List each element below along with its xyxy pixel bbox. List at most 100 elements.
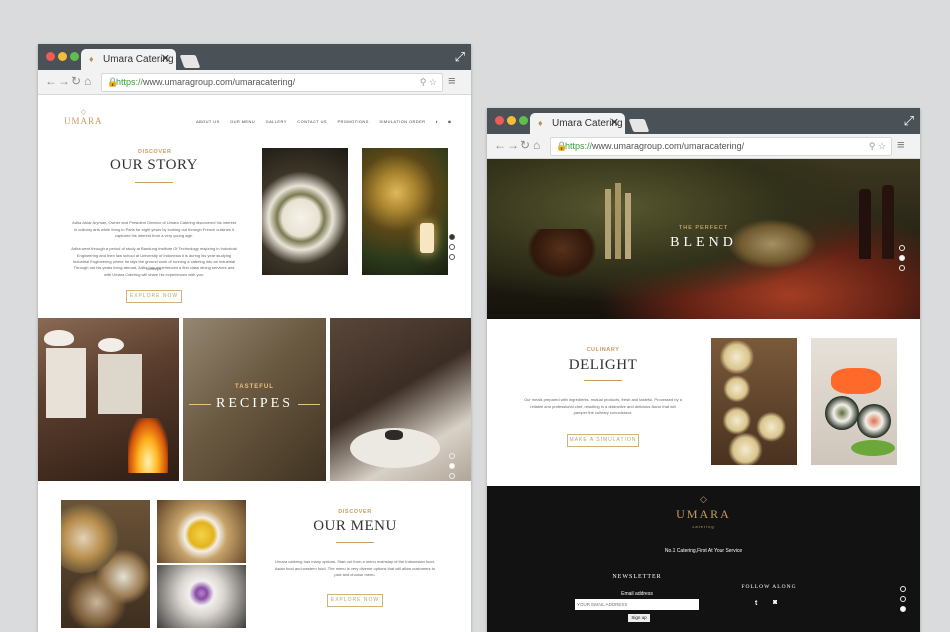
minimize-window-button[interactable] (58, 52, 67, 61)
nav-simulation-order[interactable]: SIMULATION ORDER (379, 119, 425, 124)
site-header: ◇ UMARA ABOUT US OUR MENU GALLERY CONTAC… (38, 95, 471, 140)
photo-yellow-rice (157, 500, 246, 563)
photo-chefs-cooking (38, 318, 179, 481)
logo-text: UMARA (64, 116, 103, 126)
menu-eyebrow: DISCOVER (338, 509, 372, 515)
culinary-paragraph: Our meals prepared with ingredients, mut… (524, 397, 682, 415)
photo-flower-plate (157, 565, 246, 628)
browser-window-left: ♦ Umara Catering ✕ ⤢ ← → ↻ ⌂ 🔒 https://w… (38, 44, 471, 632)
minimize-window-button[interactable] (507, 116, 516, 125)
browser-window-right: ♦ Umara Catering ✕ ⤢ ← → ↻ ⌂ 🔒 https://w… (487, 108, 920, 632)
maximize-window-button[interactable] (70, 52, 79, 61)
story-eyebrow: DISCOVER (138, 149, 172, 155)
browser-toolbar: ← → ↻ ⌂ 🔒 https://www.umaragroup.com/uma… (38, 70, 471, 95)
story-explore-button[interactable]: EXPLORE NOW (126, 290, 182, 303)
instagram-icon[interactable]: ◙ (448, 119, 451, 124)
nav-gallery[interactable]: GALLERY (266, 119, 287, 124)
photo-indonesian-spread (61, 500, 150, 628)
fullscreen-icon[interactable]: ⤢ (455, 49, 465, 65)
new-tab-button[interactable] (179, 55, 201, 68)
nav-promotions[interactable]: PROMOTIONS (337, 119, 368, 124)
browser-menu-icon[interactable]: ≡ (448, 73, 456, 88)
photo-plated-dish (262, 148, 348, 275)
tab-close-icon[interactable]: ✕ (610, 113, 619, 134)
follow-along-title: FOLLOW ALONG (741, 584, 797, 590)
close-window-button[interactable] (46, 52, 55, 61)
story-divider (135, 182, 173, 183)
url-text: www.umaragroup.com/umaracatering/ (592, 141, 745, 151)
forward-icon[interactable]: → (507, 138, 519, 152)
menu-explore-button[interactable]: EXPLORE NOW (327, 594, 383, 607)
browser-toolbar: ← → ↻ ⌂ 🔒 https://www.umaragroup.com/uma… (487, 134, 920, 159)
page-content: ◇ UMARA ABOUT US OUR MENU GALLERY CONTAC… (38, 95, 471, 632)
nav-our-menu[interactable]: OUR MENU (230, 119, 255, 124)
nav-about-us[interactable]: ABOUT US (196, 119, 220, 124)
main-nav: ABOUT US OUR MENU GALLERY CONTACT US PRO… (196, 119, 451, 124)
photo-spring-rolls: TASTEFUL RECIPES (183, 318, 326, 481)
hero-slider-dots[interactable] (899, 245, 905, 275)
url-scheme: https:// (116, 77, 144, 87)
bookmark-star-icon[interactable]: ⚲ ☆ (420, 74, 437, 91)
make-simulation-button[interactable]: MAKE A SIMULATION (567, 434, 639, 447)
menu-divider (336, 542, 374, 543)
reload-icon[interactable]: ↻ (71, 74, 81, 88)
browser-tab[interactable]: ♦ Umara Catering ✕ (530, 113, 625, 134)
story-paragraph-1: Adha Abiar Aryman, Owner and President D… (72, 220, 236, 238)
url-text: www.umaragroup.com/umaracatering/ (143, 77, 296, 87)
close-window-button[interactable] (495, 116, 504, 125)
footer-slider-dots[interactable] (900, 586, 906, 616)
story-title: OUR STORY (110, 157, 198, 173)
menu-paragraph: Umara catering has many options. Start o… (274, 559, 436, 577)
footer-logo-sub: catering (692, 524, 715, 529)
photo-sushi-rolls (811, 338, 897, 465)
forward-icon[interactable]: → (58, 74, 70, 88)
new-tab-button[interactable] (628, 119, 650, 132)
hero-eyebrow: THE PERFECT (678, 225, 729, 231)
umara-favicon-icon: ♦ (538, 118, 543, 128)
url-scheme: https:// (565, 141, 593, 151)
hero-banner: THE PERFECT BLEND (487, 159, 920, 319)
nav-contact-us[interactable]: CONTACT US (297, 119, 327, 124)
story-slider-dots[interactable] (449, 234, 455, 264)
menu-title: OUR MENU (313, 518, 397, 534)
hero-title: BLEND (670, 235, 737, 250)
page-content: THE PERFECT BLEND CULINARY DELIGHT Our m… (487, 159, 920, 632)
newsletter-title: NEWSLETTER (612, 574, 662, 580)
site-logo[interactable]: ◇ UMARA (64, 109, 103, 126)
reload-icon[interactable]: ↻ (520, 138, 530, 152)
twitter-icon[interactable]: t (436, 119, 438, 124)
address-bar[interactable]: 🔒 https://www.umaragroup.com/umaracateri… (101, 73, 443, 92)
footer-logo-mark-icon: ◇ (700, 494, 707, 504)
footer-logo-text: UMARA (676, 507, 731, 521)
photo-dessert-cups (711, 338, 797, 465)
title-bar: ♦ Umara Catering ✕ ⤢ (487, 108, 920, 134)
umara-favicon-icon: ♦ (89, 54, 94, 64)
title-bar: ♦ Umara Catering ✕ ⤢ (38, 44, 471, 70)
newsletter-email-input[interactable] (575, 599, 699, 610)
culinary-eyebrow: CULINARY (586, 347, 620, 353)
recipes-line-right (298, 404, 320, 405)
photo-buffet-setting (362, 148, 448, 275)
culinary-divider (584, 380, 622, 381)
email-label: Email address (621, 591, 653, 597)
address-bar[interactable]: 🔒 https://www.umaragroup.com/umaracateri… (550, 137, 892, 156)
site-footer: ◇ UMARA catering No.1 Catering,First At … (487, 486, 920, 632)
signup-button[interactable]: Sign up (628, 614, 650, 622)
home-icon[interactable]: ⌂ (533, 138, 540, 152)
back-icon[interactable]: ← (45, 74, 57, 88)
recipes-slider-dots[interactable] (449, 453, 455, 483)
footer-tagline: No.1 Catering,First At Your Service (664, 548, 743, 554)
bookmark-star-icon[interactable]: ⚲ ☆ (869, 138, 886, 155)
footer-instagram-icon[interactable]: ◙ (773, 599, 777, 606)
fullscreen-icon[interactable]: ⤢ (904, 113, 914, 129)
culinary-title: DELIGHT (568, 357, 638, 373)
browser-menu-icon[interactable]: ≡ (897, 137, 905, 152)
recipes-eyebrow: TASTEFUL (235, 384, 274, 390)
home-icon[interactable]: ⌂ (84, 74, 91, 88)
story-paragraph-3: Through out his years living abroad, Adh… (73, 265, 235, 277)
back-icon[interactable]: ← (494, 138, 506, 152)
footer-twitter-icon[interactable]: t (755, 600, 757, 607)
browser-tab[interactable]: ♦ Umara Catering ✕ (81, 49, 176, 70)
maximize-window-button[interactable] (519, 116, 528, 125)
tab-close-icon[interactable]: ✕ (161, 49, 170, 70)
